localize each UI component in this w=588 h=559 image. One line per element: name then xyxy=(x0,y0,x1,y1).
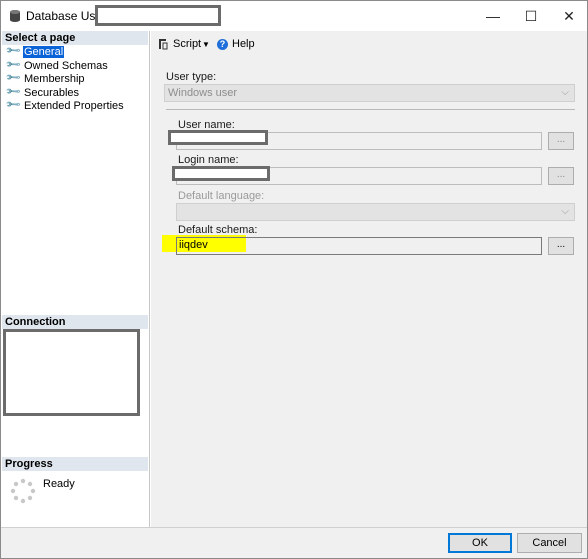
script-icon xyxy=(159,39,168,50)
default-schema-value: iiqdev xyxy=(179,239,208,251)
user-type-combo[interactable]: Windows user ⌵ xyxy=(164,84,575,102)
page-item-securables[interactable]: 🔧 Securables xyxy=(6,84,80,101)
default-schema-field[interactable]: iiqdev xyxy=(176,237,542,255)
progress-status: Ready xyxy=(43,478,75,490)
ok-button[interactable]: OK xyxy=(448,533,512,553)
help-button[interactable]: ? Help xyxy=(217,37,255,51)
redacted-connection-block xyxy=(3,329,140,416)
redacted-user-name xyxy=(168,130,268,145)
cancel-button[interactable]: Cancel xyxy=(517,533,582,553)
login-name-browse-button[interactable]: ... xyxy=(548,167,574,185)
maximize-button[interactable]: ☐ xyxy=(511,4,551,28)
login-name-label: Login name: xyxy=(178,154,239,166)
chevron-down-icon: ⌵ xyxy=(561,87,569,98)
default-language-combo[interactable]: ⌵ xyxy=(176,203,575,221)
script-label: Script xyxy=(173,38,202,50)
close-button[interactable]: ✕ xyxy=(549,4,588,28)
script-dropdown-button[interactable]: ▼ xyxy=(202,37,210,51)
chevron-down-icon: ▼ xyxy=(202,39,210,49)
select-page-header: Select a page xyxy=(2,31,148,45)
right-pane xyxy=(151,31,587,527)
user-type-value: Windows user xyxy=(168,87,238,99)
page-label: Owned Schemas xyxy=(24,59,108,72)
script-button[interactable]: Script xyxy=(157,37,201,51)
user-name-browse-button[interactable]: ... xyxy=(548,132,574,150)
separator xyxy=(166,109,575,110)
user-type-label: User type: xyxy=(166,71,217,83)
wrench-icon: 🔧 xyxy=(5,96,23,114)
page-item-membership[interactable]: 🔧 Membership xyxy=(6,70,86,87)
help-icon: ? xyxy=(217,38,228,50)
default-language-label: Default language: xyxy=(178,190,265,202)
help-label: Help xyxy=(232,38,255,50)
redacted-title-block xyxy=(95,5,221,26)
page-item-owned-schemas[interactable]: 🔧 Owned Schemas xyxy=(6,57,109,74)
minimize-button[interactable]: — xyxy=(473,4,513,28)
page-item-extended-properties[interactable]: 🔧 Extended Properties xyxy=(5,96,125,114)
database-icon xyxy=(10,10,20,22)
page-label: Securables xyxy=(24,86,80,99)
default-schema-browse-button[interactable]: ... xyxy=(548,237,574,255)
progress-spinner-icon xyxy=(10,478,36,504)
chevron-down-icon: ⌵ xyxy=(561,206,569,217)
page-label: Extended Properties xyxy=(24,99,124,112)
page-item-general[interactable]: 🔧 General xyxy=(6,43,65,59)
redacted-login-name xyxy=(172,166,270,181)
progress-header: Progress xyxy=(2,457,148,471)
page-label: Membership xyxy=(24,72,85,85)
page-label: General xyxy=(23,45,65,58)
connection-header: Connection xyxy=(2,315,148,329)
